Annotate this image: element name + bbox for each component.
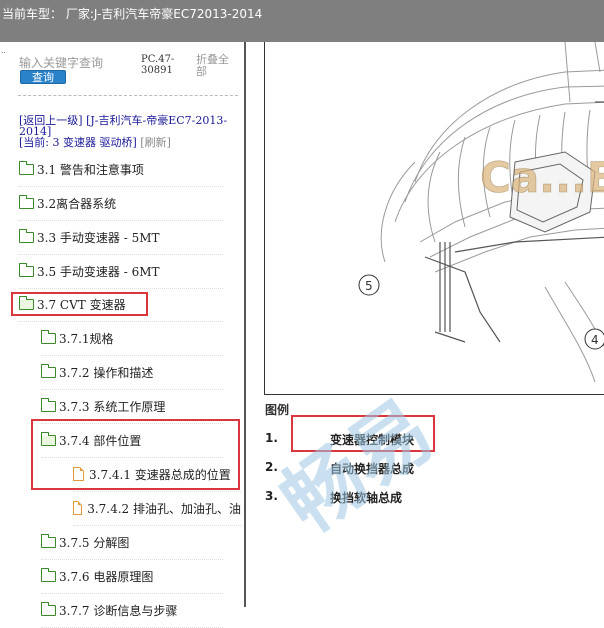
document-icon <box>73 501 83 515</box>
component-location-figure: Ca...Be 5 4 <box>264 42 604 395</box>
tree-item-3-3[interactable]: 3.3 手动变速器 - 5MT <box>19 220 223 255</box>
tree-item-label: 3.7.5 分解图 <box>59 535 130 550</box>
folder-icon <box>19 160 34 175</box>
separator <box>18 95 238 96</box>
tree-item-3-5[interactable]: 3.5 手动变速器 - 6MT <box>19 254 223 289</box>
search-button[interactable]: 查询 <box>20 70 66 84</box>
tree-item-label: 3.7.3 系统工作原理 <box>59 399 166 414</box>
folder-icon <box>41 533 56 548</box>
tree-item-label: 3.7.7 诊断信息与步骤 <box>59 603 178 618</box>
pc-code: PC.47-30891 <box>141 54 175 76</box>
folder-icon <box>41 567 56 582</box>
folder-icon <box>41 601 56 616</box>
title-bar: 当前车型： 厂家:J-吉利汽车帝豪EC72013-2014 <box>0 0 604 42</box>
tree-item-label: 3.2离合器系统 <box>37 196 117 211</box>
collapse-all-link[interactable]: 折叠全部 <box>196 54 236 78</box>
tree-item-label: 3.5 手动变速器 - 6MT <box>37 264 160 279</box>
highlight-box <box>31 419 240 490</box>
legend-number: 1. <box>265 431 278 445</box>
folder-icon <box>19 228 34 243</box>
refresh-link[interactable]: [刷新] <box>140 136 171 149</box>
breadcrumb: [返回上一级] [J-吉利汽车-帝豪EC7-2013-2014] [当前: 3 … <box>19 115 241 148</box>
folder-icon <box>19 194 34 209</box>
highlight-box <box>11 292 148 316</box>
tree-item-label: 3.3 手动变速器 - 5MT <box>37 230 160 245</box>
tree-item-label: 3.7.6 电器原理图 <box>59 569 154 584</box>
current-location: [当前: 3 变速器 驱动桥] <box>19 136 137 149</box>
folder-icon <box>19 262 34 277</box>
tree-item-3-7-4-2[interactable]: 3.7.4.2 排油孔、加油孔、油 <box>73 491 241 526</box>
vehicle-drawing: Ca...Be 5 4 <box>358 42 604 383</box>
tree-item-3-1[interactable]: 3.1 警告和注意事项 <box>19 152 223 187</box>
window-title: 当前车型： 厂家:J-吉利汽车帝豪EC72013-2014 <box>2 7 263 21</box>
folder-icon <box>41 397 56 412</box>
tree-item-3-7-1[interactable]: 3.7.1规格 <box>41 321 223 356</box>
tree-item-3-7-5[interactable]: 3.7.5 分解图 <box>41 525 223 560</box>
folder-icon <box>41 329 56 344</box>
tree-item-label: 3.1 警告和注意事项 <box>37 162 144 177</box>
tree-item-label: 3.7.1规格 <box>59 331 114 346</box>
tree-item-3-7-2[interactable]: 3.7.2 操作和描述 <box>41 355 223 390</box>
tree-item-label: 3.7.4.2 排油孔、加油孔、油 <box>87 501 241 516</box>
callout-4: 4 <box>591 333 599 347</box>
sidebar-grip: .. <box>1 46 7 55</box>
search-input[interactable] <box>19 56 137 70</box>
tree-item-3-7-6[interactable]: 3.7.6 电器原理图 <box>41 559 223 594</box>
watermark-logo: Ca...Be <box>480 153 604 202</box>
legend-title: 图例 <box>265 403 290 417</box>
tree-item-label: 3.7.2 操作和描述 <box>59 365 154 380</box>
tree-item-3-2[interactable]: 3.2离合器系统 <box>19 186 223 221</box>
folder-icon <box>41 363 56 378</box>
tree-item-3-7-7[interactable]: 3.7.7 诊断信息与步骤 <box>41 593 223 628</box>
callout-5: 5 <box>365 279 373 293</box>
